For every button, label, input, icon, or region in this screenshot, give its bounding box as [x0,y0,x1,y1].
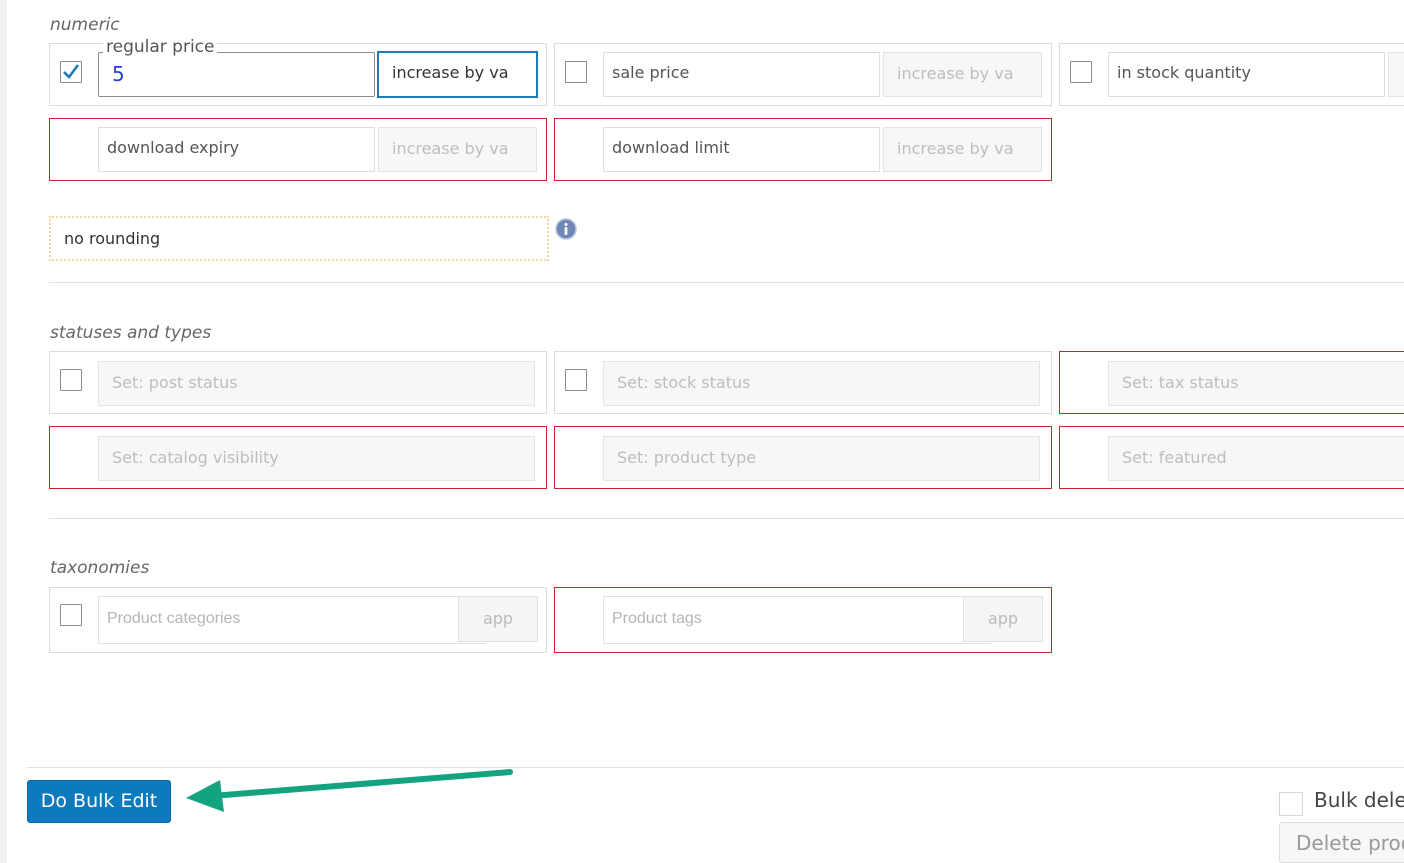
featured-group: Set: featured [1059,426,1404,489]
section-title-taxonomies: taxonomies [50,558,150,578]
sale-price-mode-select[interactable]: increase by va [883,52,1042,97]
regular-price-checkbox[interactable] [60,61,82,83]
regular-price-mode-select[interactable]: increase by va [377,51,538,98]
regular-price-legend: regular price [103,38,218,56]
download-expiry-mode-select[interactable]: increase by va [378,127,537,172]
stock-quantity-group: in stock quantity [1059,43,1404,106]
bulk-delete-checkbox[interactable] [1279,792,1303,816]
sale-price-group: sale price increase by va [554,43,1052,106]
do-bulk-edit-button[interactable]: Do Bulk Edit [27,780,171,823]
annotation-arrow-icon [186,769,513,812]
rounding-select[interactable]: no rounding [49,216,549,261]
bulk-delete-label: Bulk delete [1314,788,1404,812]
download-limit-group: download limit increase by va [554,118,1052,181]
regular-price-group: 5 regular price increase by va [49,38,547,106]
divider [49,282,1404,283]
product-categories-input[interactable]: Product categories [98,596,486,644]
featured-select[interactable]: Set: featured [1108,436,1404,481]
divider [49,518,1404,519]
catalog-visibility-select[interactable]: Set: catalog visibility [98,436,535,481]
post-status-select[interactable]: Set: post status [98,361,535,406]
left-gutter [0,0,7,863]
product-categories-checkbox[interactable] [60,604,82,626]
section-title-statuses: statuses and types [50,323,212,343]
download-expiry-group: download expiry increase by va [49,118,547,181]
catalog-visibility-group: Set: catalog visibility [49,426,547,489]
download-limit-input[interactable]: download limit [603,127,880,172]
product-tags-group: Product tags app [554,587,1052,653]
tax-status-select[interactable]: Set: tax status [1108,361,1404,406]
post-status-checkbox[interactable] [60,369,82,391]
stock-status-checkbox[interactable] [565,369,587,391]
categories-mode-select[interactable]: app [458,596,538,642]
sale-price-checkbox[interactable] [565,61,587,83]
info-icon[interactable] [555,218,577,240]
checkmark-icon [63,64,80,79]
download-limit-mode-select[interactable]: increase by va [883,127,1042,172]
tax-status-group: Set: tax status [1059,351,1404,414]
delete-products-button[interactable]: Delete products [1279,822,1404,863]
sale-price-input[interactable]: sale price [603,52,880,97]
product-type-select[interactable]: Set: product type [603,436,1040,481]
product-categories-group: Product categories app [49,587,547,653]
tags-mode-select[interactable]: app [963,596,1043,642]
stock-quantity-input[interactable]: in stock quantity [1108,52,1385,97]
regular-price-input[interactable]: 5 [98,52,375,97]
product-tags-input[interactable]: Product tags [603,596,991,644]
stock-status-group: Set: stock status [554,351,1052,414]
product-type-group: Set: product type [554,426,1052,489]
stock-quantity-mode-select[interactable] [1388,52,1404,97]
section-title-numeric: numeric [50,15,120,35]
post-status-group: Set: post status [49,351,547,414]
stock-status-select[interactable]: Set: stock status [603,361,1040,406]
download-expiry-input[interactable]: download expiry [98,127,375,172]
stock-quantity-checkbox[interactable] [1070,61,1092,83]
